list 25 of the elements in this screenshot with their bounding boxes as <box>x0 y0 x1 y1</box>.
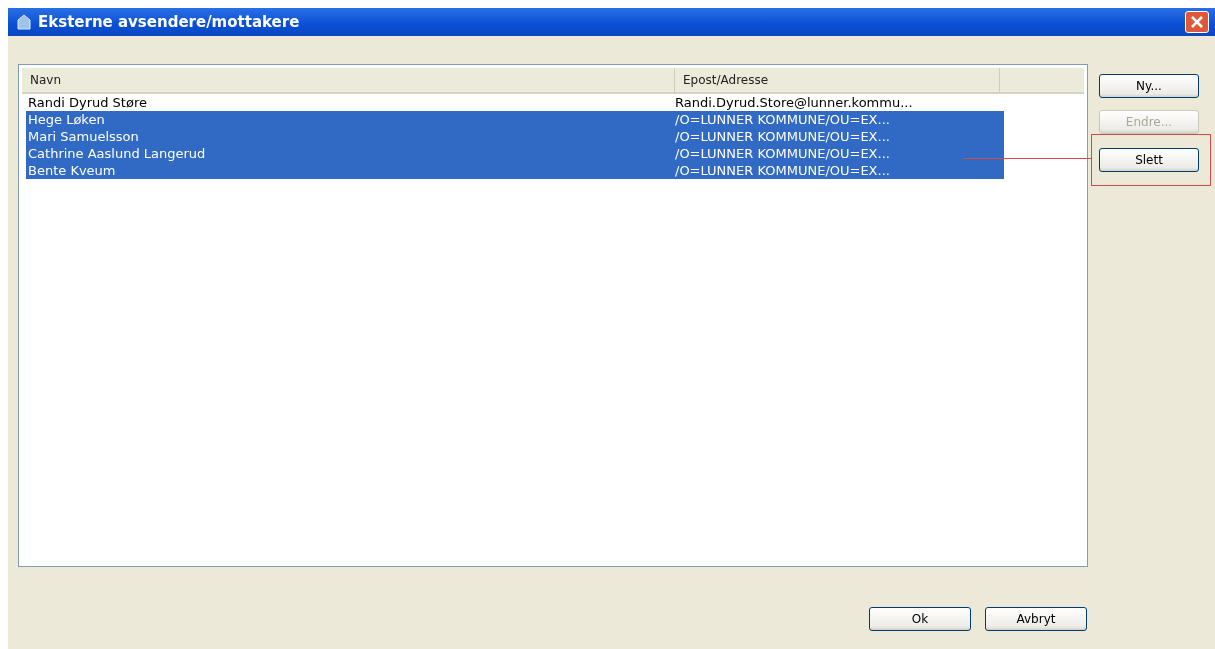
name-cell-text: Bente Kveum <box>27 163 117 178</box>
window-icon <box>16 14 32 30</box>
list-row[interactable]: Bente Kveum /O=LUNNER KOMMUNE/OU=EX... <box>26 162 1004 179</box>
list-row[interactable]: Randi Dyrud Støre Randi.Dyrud.Store@lunner.kommu... <box>26 94 1004 111</box>
side-button[interactable]: Slett <box>1099 148 1199 172</box>
name-cell-text: Hege Løken <box>27 112 106 127</box>
side-button[interactable]: Ny... <box>1099 74 1199 98</box>
dialog-button[interactable]: Avbryt <box>985 607 1087 631</box>
name-cell-text: Mari Samuelsson <box>27 129 140 144</box>
name-cell-text: Randi Dyrud Støre <box>27 95 148 110</box>
column-header[interactable]: Epost/Adresse <box>675 68 1000 92</box>
address-cell-text: /O=LUNNER KOMMUNE/OU=EX... <box>674 163 891 178</box>
close-button[interactable] <box>1185 11 1209 33</box>
list-row[interactable]: Hege Løken /O=LUNNER KOMMUNE/OU=EX... <box>26 111 1004 128</box>
list-row[interactable]: Mari Samuelsson /O=LUNNER KOMMUNE/OU=EX... <box>26 128 1004 145</box>
close-icon <box>1190 15 1204 29</box>
address-cell-text: /O=LUNNER KOMMUNE/OU=EX... <box>674 112 891 127</box>
dialog-button[interactable]: Ok <box>869 607 971 631</box>
address-cell-text: Randi.Dyrud.Store@lunner.kommu... <box>674 95 914 110</box>
list-row[interactable]: Cathrine Aaslund Langerud /O=LUNNER KOMMUNE/OU=EX... <box>26 145 1004 162</box>
name-cell-text: Cathrine Aaslund Langerud <box>27 146 207 161</box>
window-title: Eksterne avsendere/mottakere <box>38 13 301 31</box>
column-header[interactable]: Navn <box>22 68 675 92</box>
address-cell-text: /O=LUNNER KOMMUNE/OU=EX... <box>674 129 891 144</box>
address-cell-text: /O=LUNNER KOMMUNE/OU=EX... <box>674 146 891 161</box>
